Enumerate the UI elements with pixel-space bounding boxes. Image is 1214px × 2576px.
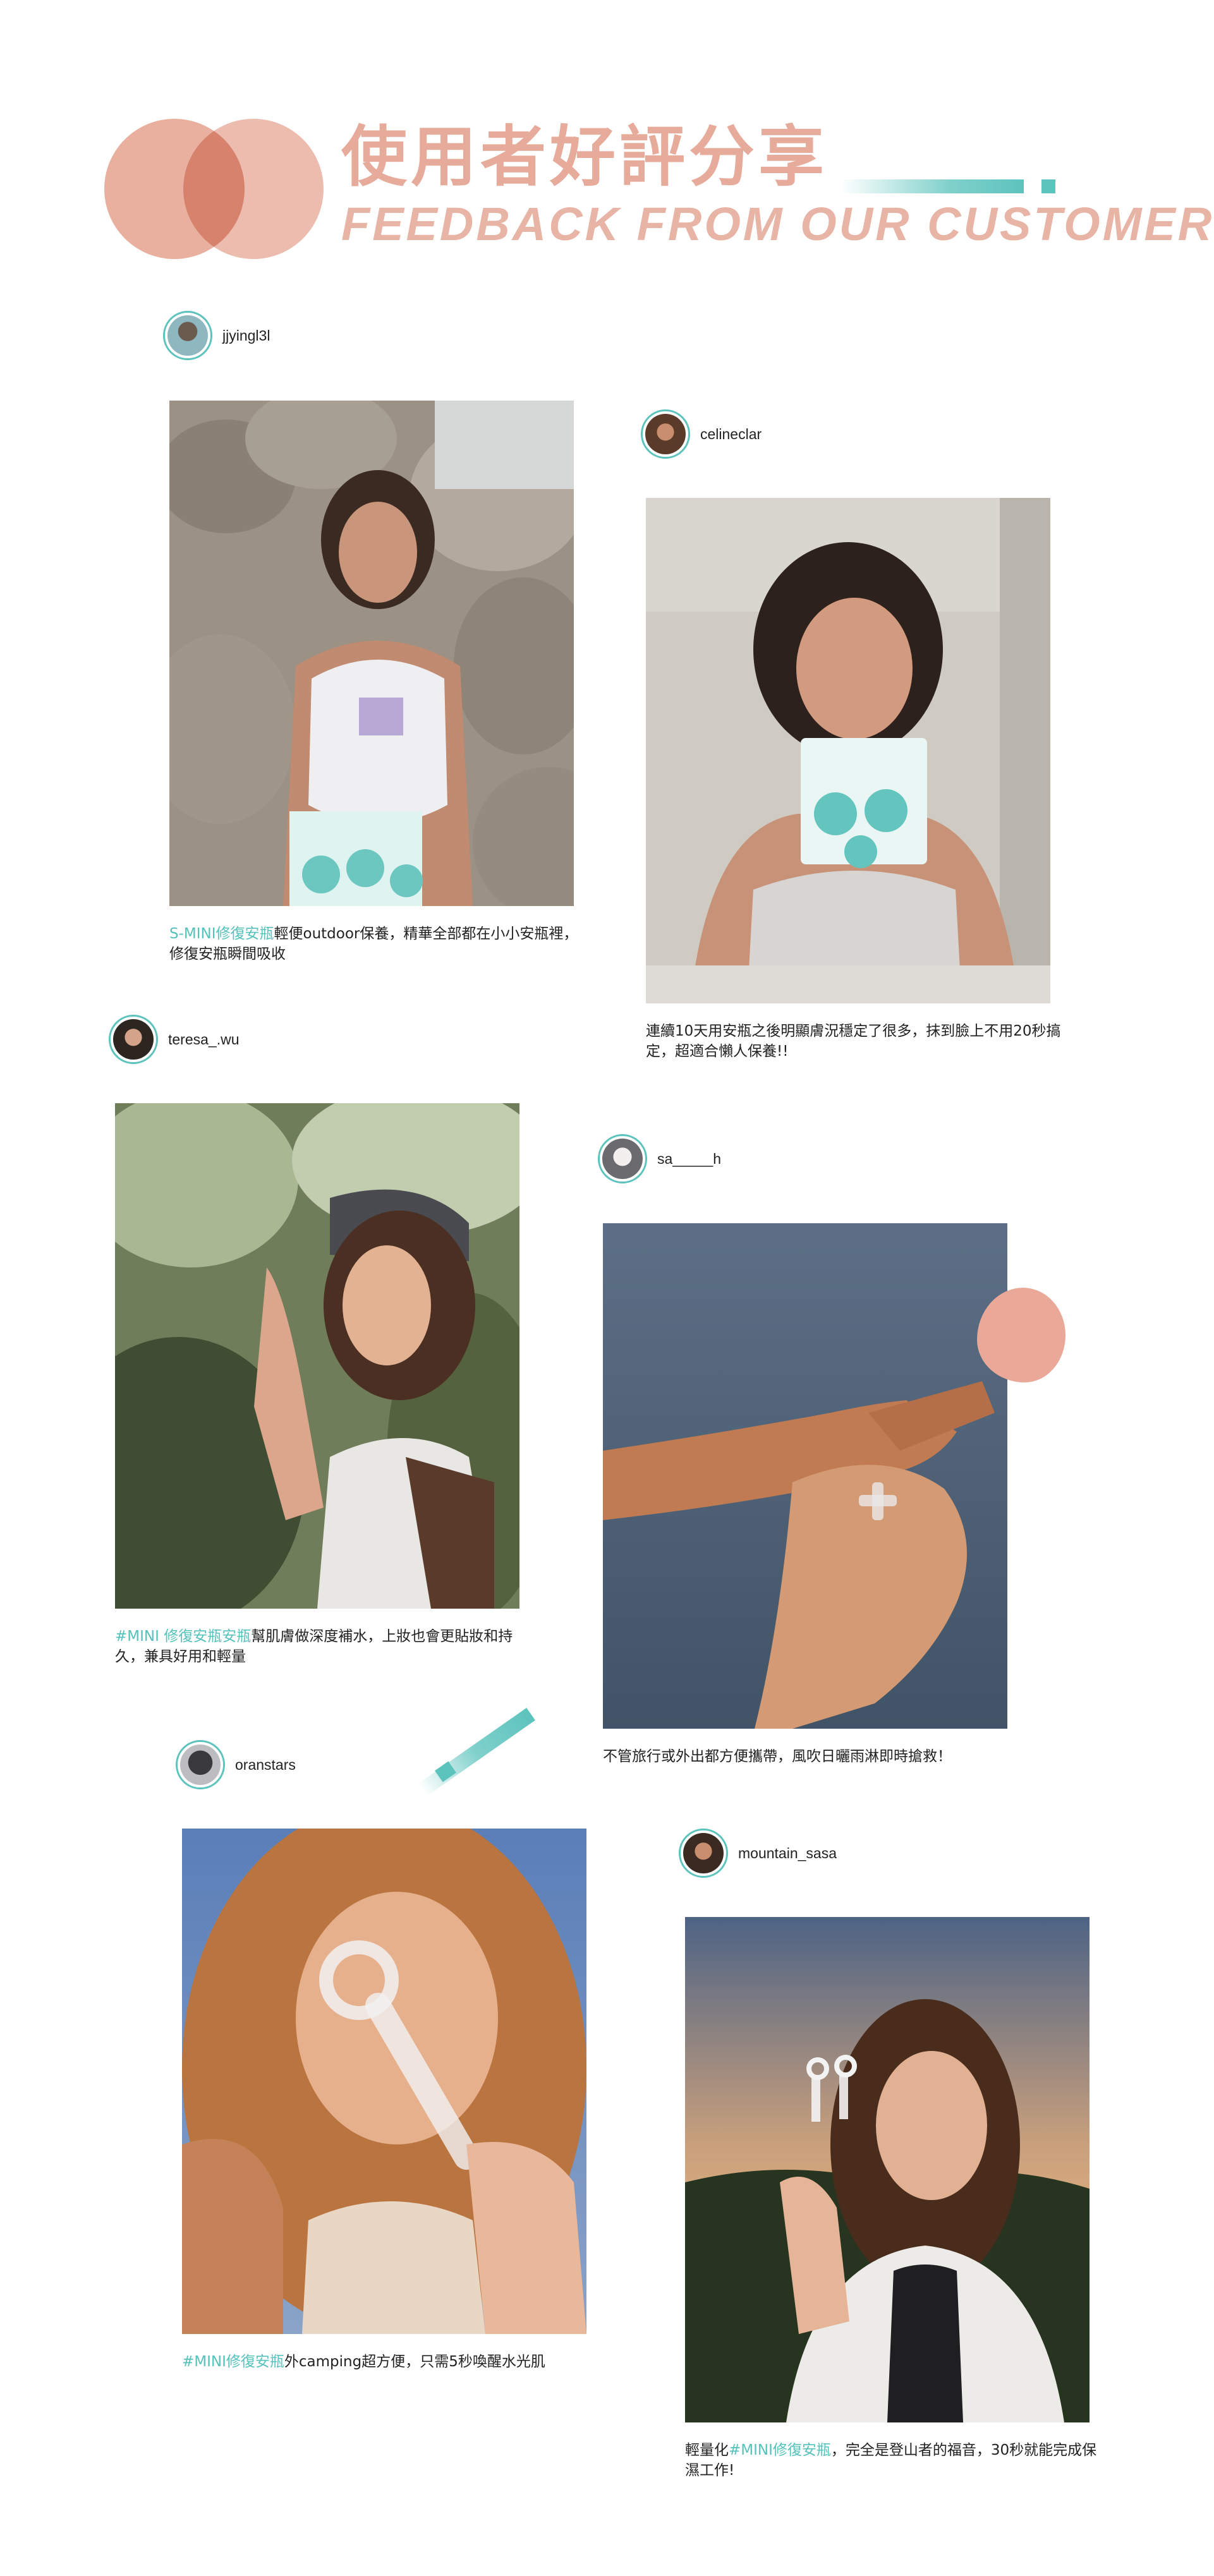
avatar[interactable] [641,409,690,459]
post-caption-5: #MINI修復安瓶外camping超方便，只需5秒喚醒水光肌 [182,2352,624,2372]
post-photo-4 [603,1223,1007,1729]
post-user-2[interactable]: celineclar [641,409,762,459]
post-user-6[interactable]: mountain_sasa [679,1829,837,1878]
avatar[interactable] [598,1134,647,1183]
post-photo-5 [182,1829,586,2334]
username[interactable]: celineclar [700,426,762,443]
post-photo-1 [169,401,574,906]
post-photo-6 [685,1917,1090,2422]
caption-text: 不管旅行或外出都方便攜帶，風吹日曬雨淋即時搶救！ [603,1748,952,1765]
post-photo-2 [646,498,1050,1003]
caption-hashtag[interactable]: #MINI 修復安瓶安瓶 [115,1628,251,1645]
avatar[interactable] [109,1015,158,1064]
post-caption-3: #MINI 修復安瓶安瓶幫肌膚做深度補水，上妝也會更貼妝和持久，兼具好用和輕量 [115,1626,532,1667]
decor-teal-stroke [418,1707,535,1797]
post-user-5[interactable]: oranstars [176,1740,296,1789]
page-subtitle: FEEDBACK FROM OUR CUSTOMER [341,198,1214,250]
username[interactable]: oranstars [235,1757,296,1774]
caption-text: 輕量化 [685,2442,729,2458]
header-decor-bar [841,179,1024,193]
post-caption-1: S-MINI修復安瓶輕便outdoor保養，精華全部都在小小安瓶裡，修復安瓶瞬間… [169,924,580,964]
post-user-1[interactable]: jjyingl3l [163,311,270,360]
caption-hashtag[interactable]: #MINI修復安瓶 [729,2442,831,2458]
page-title: 使用者好評分享 [341,118,829,195]
caption-text: 外camping超方便，只需5秒喚醒水光肌 [284,2354,545,2370]
avatar[interactable] [679,1829,728,1878]
caption-text: 連續10天用安瓶之後明顯膚況穩定了很多，抹到臉上不用20秒搞定，超適合懶人保養!… [646,1023,1061,1060]
username[interactable]: jjyingl3l [222,327,270,344]
header-circle-right [183,119,324,259]
username[interactable]: teresa_.wu [168,1031,240,1048]
avatar[interactable] [176,1740,225,1789]
post-user-3[interactable]: teresa_.wu [109,1015,240,1064]
decor-pink-blob [977,1288,1065,1382]
header-decor-dot [1041,179,1055,193]
username[interactable]: mountain_sasa [738,1845,837,1862]
post-photo-3 [115,1103,519,1609]
caption-hashtag[interactable]: #MINI修復安瓶 [182,2354,284,2370]
post-caption-2: 連續10天用安瓶之後明顯膚況穩定了很多，抹到臉上不用20秒搞定，超適合懶人保養!… [646,1021,1063,1061]
username[interactable]: sa_____h [657,1151,721,1168]
post-caption-4: 不管旅行或外出都方便攜帶，風吹日曬雨淋即時搶救！ [603,1746,1045,1767]
caption-hashtag[interactable]: S-MINI修復安瓶 [169,926,274,942]
avatar[interactable] [163,311,212,360]
post-user-4[interactable]: sa_____h [598,1134,721,1183]
post-caption-6: 輕量化#MINI修復安瓶，完全是登山者的福音，30秒就能完成保濕工作! [685,2440,1102,2481]
